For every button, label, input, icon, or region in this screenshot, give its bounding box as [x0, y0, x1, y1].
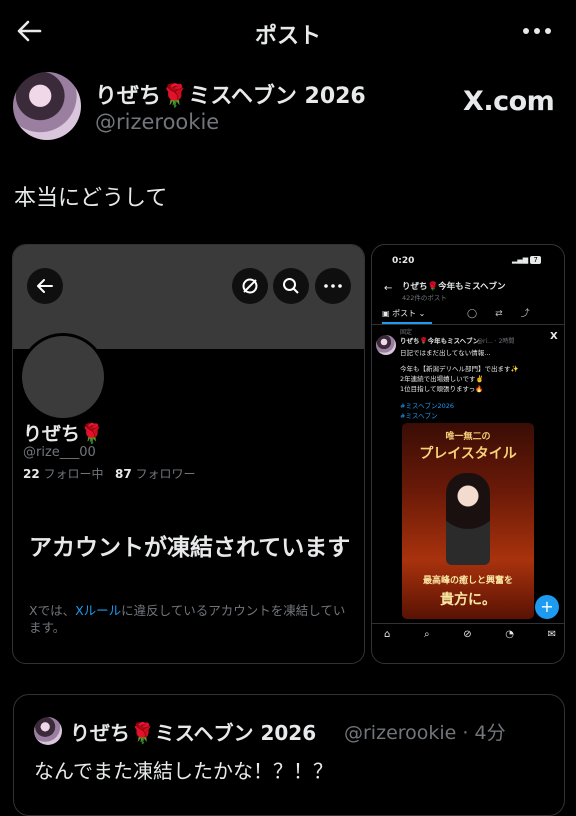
x-brand-logo: X.com: [463, 86, 555, 117]
signal-icon: ▂▄▆: [512, 256, 529, 264]
reply-icon: ◯: [467, 309, 496, 319]
divider: [372, 623, 564, 624]
suspended-notice: Xでは、Xルールに違反しているアカウントを凍結しています。: [29, 602, 355, 636]
right-screenshot-image[interactable]: 0:20 ▂▄▆ 7 ← りぜち🌹今年もミスヘブン 422件のポスト ▣ ポスト…: [371, 244, 565, 664]
grok-icon: [232, 268, 268, 304]
x-rules-link: Xルール: [75, 603, 122, 618]
back-arrow-icon: ←: [384, 283, 393, 294]
poster-image: 唯一無二の プレイスタイル 最高峰の癒しと興奮を 貴方に。: [402, 423, 534, 619]
bottom-nav: ⌂ ⌕ ⊘ ◔ ✉: [384, 629, 556, 640]
tweet-line-2: 今年も【新潟デリヘル部門】で出ます✨: [400, 365, 519, 373]
retweet-icon: ⇄: [495, 309, 521, 319]
quoted-post[interactable]: りぜち🌹ミスヘブン 2026 @rizerookie · 4分 なんでまた凍結し…: [13, 694, 565, 816]
poster-title: プレイスタイル: [419, 446, 517, 462]
share-icon: ⤴: [520, 309, 548, 319]
post-tab-icon: ▣: [382, 309, 390, 318]
back-arrow-icon: [27, 268, 63, 304]
messages-icon: ✉: [547, 629, 556, 640]
suspended-title: アカウントが凍結されています: [29, 535, 351, 561]
poster-portrait: [446, 473, 490, 565]
profile-handle: @rize___00: [23, 445, 96, 460]
notice-prefix: Xでは、: [29, 603, 76, 618]
search-icon: ⌕: [423, 629, 430, 640]
following-count: 22: [23, 467, 40, 481]
followers-label: フォロワー: [135, 467, 196, 481]
search-icon: [273, 268, 309, 304]
notifications-icon: ◔: [505, 629, 514, 640]
more-options-icon[interactable]: [520, 18, 554, 44]
poster-bottom-2: 貴方に。: [440, 592, 496, 608]
quote-avatar: [34, 717, 62, 745]
compose-fab: +: [535, 595, 559, 619]
x-logo-icon: X: [550, 331, 558, 342]
tweet-line-1: 日記ではまだ出してない情報…: [400, 349, 491, 357]
more-options-icon: [315, 268, 351, 304]
profile-name: りぜち🌹: [23, 423, 104, 445]
left-screenshot-image[interactable]: りぜち🌹 @rize___00 22 フォロー中 87 フォロワー アカウントが…: [12, 244, 365, 664]
quote-author: りぜち🌹ミスヘブン 2026: [70, 721, 317, 745]
avatar[interactable]: [13, 72, 81, 140]
divider: [372, 324, 564, 325]
post-text: 本当にどうして: [14, 186, 168, 211]
follow-stats: 22 フォロー中 87 フォロワー: [23, 465, 196, 482]
followers-count: 87: [115, 467, 132, 481]
home-icon: ⌂: [384, 629, 391, 640]
author-handle[interactable]: @rizerookie: [95, 110, 219, 134]
tweet-meta: @ri... · 2時間: [477, 338, 515, 345]
quote-handle-time: @rizerookie · 4分: [344, 722, 506, 744]
following-label: フォロー中: [43, 467, 104, 481]
grok-icon: ⊘: [463, 629, 472, 640]
battery-icon: 7: [530, 256, 541, 264]
hashtag-1: #ミスヘブン2026: [400, 402, 455, 410]
tweet-avatar: [376, 335, 396, 355]
tab-posts: ▣ ポスト ⌄: [382, 309, 426, 318]
post-count: 422件のポスト: [402, 294, 447, 302]
status-icons: ▂▄▆ 7: [512, 256, 541, 264]
quote-text: なんでまた凍結したかな！？！？: [34, 759, 333, 783]
tweet-author: りぜち🌹今年もミスヘブン: [400, 337, 480, 345]
author-display-name[interactable]: りぜち🌹ミスヘブン 2026: [95, 78, 366, 110]
profile-avatar-placeholder: [19, 333, 107, 421]
poster-bottom-1: 最高峰の癒しと興奮を: [422, 576, 513, 586]
action-icons-row: ◯⇄⤴: [467, 306, 548, 319]
tweet-line-3: 2年連続で出場嬉しいです✌️: [400, 375, 484, 383]
status-time: 0:20: [392, 256, 415, 266]
poster-top-text: 唯一無二の: [445, 432, 491, 442]
header-name: りぜち🌹今年もミスヘブン: [402, 282, 506, 292]
tweet-line-4: 1位目指して頑張りますっ🔥: [400, 385, 484, 393]
page-title: ポスト: [254, 24, 321, 49]
hashtag-2: #ミスヘブン: [400, 412, 438, 420]
